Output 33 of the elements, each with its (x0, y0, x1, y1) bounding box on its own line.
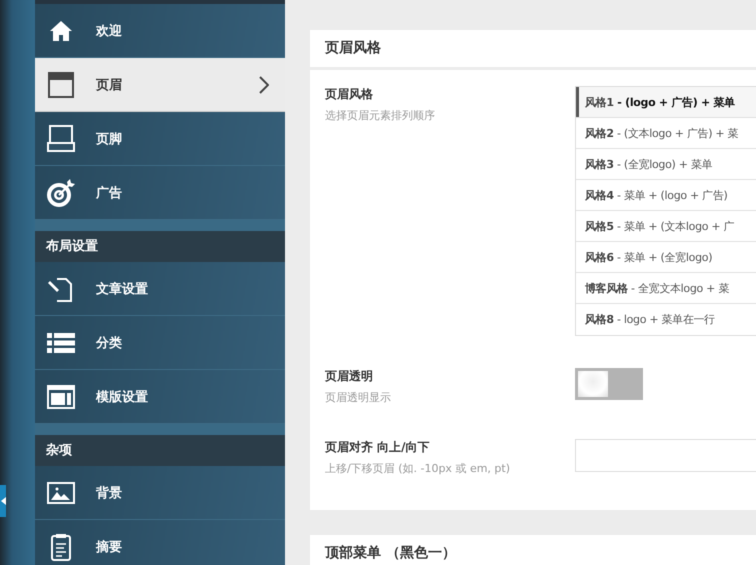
panel-title: 顶部菜单 （黑色一） (310, 535, 756, 565)
field-label: 页眉透明 (325, 368, 374, 385)
toggle-switch[interactable] (575, 368, 643, 400)
field-description: 选择页眉元素排列顺序 (325, 108, 436, 123)
clipboard-icon (50, 532, 72, 560)
triangle-left-icon (0, 497, 6, 505)
panel-title: 页眉风格 (310, 30, 756, 70)
sidebar-item[interactable]: 文章设置 (35, 262, 285, 316)
section-header: 布局设置 (35, 231, 285, 262)
sidebar-item[interactable]: 模版设置 (35, 370, 285, 424)
collapse-tab[interactable] (0, 485, 6, 517)
sidebar-item[interactable]: 背景 (35, 466, 285, 520)
sidebar-item[interactable]: 摘要 (35, 520, 285, 565)
sidebar-item[interactable]: 分类 (35, 316, 285, 370)
field-description: 页眉透明显示 (325, 390, 392, 405)
section-header: 杂项 (35, 435, 285, 466)
sidebar-item[interactable]: 广告 (35, 166, 285, 220)
layout-option[interactable]: 风格1 - (logo + 广告) + 菜单 (576, 87, 756, 118)
field-label: 页眉对齐 向上/向下 (325, 439, 431, 456)
sidebar-item[interactable]: 欢迎 (35, 4, 285, 58)
sidebar-item[interactable]: 页眉 (35, 58, 285, 112)
target-icon (46, 178, 76, 208)
image-icon (47, 482, 75, 504)
footer-layout-icon (47, 124, 75, 152)
field-label: 页眉风格 (325, 86, 374, 103)
home-icon (49, 18, 73, 42)
list-icon (47, 332, 75, 354)
chevron-right-icon (259, 76, 269, 94)
input-field[interactable] (575, 439, 756, 472)
field-description: 上移/下移页眉 (如. -10px 或 em, pt) (325, 461, 512, 476)
header-layout-icon (47, 70, 75, 98)
window-icon (47, 384, 75, 408)
sidebar-item[interactable]: 页脚 (35, 112, 285, 166)
